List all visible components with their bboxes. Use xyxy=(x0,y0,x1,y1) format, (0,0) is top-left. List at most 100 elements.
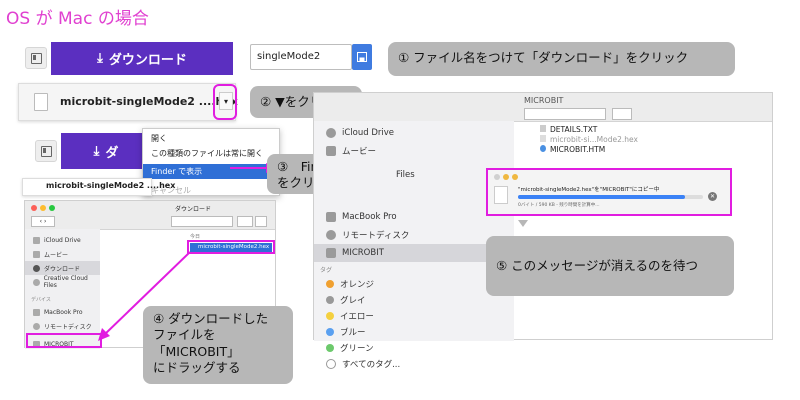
tag-yellow[interactable]: イエロー xyxy=(314,308,514,324)
copy-dialog: "microbit-singleMode2.hex"を"MICROBIT"にコピ… xyxy=(486,168,732,216)
close-icon[interactable] xyxy=(31,205,37,211)
callout-pointer xyxy=(518,220,528,227)
chip-file-name: microbit-singleMode2 ....hex xyxy=(46,181,176,190)
tag-label: オレンジ xyxy=(340,280,375,290)
sidebar-item-macbook[interactable]: MacBook Pro xyxy=(314,208,514,226)
zoom-icon[interactable] xyxy=(512,174,518,180)
sidebar-item-microbit[interactable]: MICROBIT⏏ xyxy=(314,244,514,262)
file-row[interactable]: DETAILS.TXT xyxy=(540,125,597,134)
filename-input[interactable]: singleMode2 xyxy=(250,44,352,70)
tag-dot-icon xyxy=(326,344,334,352)
sidebar-label: ムービー xyxy=(44,251,69,259)
html-file-icon xyxy=(540,145,546,152)
tag-dot-icon xyxy=(326,280,334,288)
tag-dot-icon xyxy=(326,328,334,336)
sidebar-item-macbook[interactable]: MacBook Pro xyxy=(25,305,100,319)
sidebar-label: iCloud Drive xyxy=(44,236,81,244)
tag-dot-icon xyxy=(326,312,334,320)
disc-icon xyxy=(326,230,336,240)
tag-gray[interactable]: グレイ xyxy=(314,292,514,308)
drive-icon xyxy=(326,248,336,258)
step1-callout: ① ファイル名をつけて「ダウンロード」をクリック xyxy=(388,42,735,76)
tag-label: グレイ xyxy=(340,296,366,306)
close-icon[interactable] xyxy=(494,174,500,180)
sidebar-item-remote-disc[interactable]: リモートディスク xyxy=(314,226,514,244)
finder-title: ダウンロード xyxy=(175,206,212,213)
step4-callout: ④ ダウンロードした ファイルを 「MICROBIT」 にドラッグする xyxy=(143,306,293,384)
finder-sidebar: iCloud Drive ムービー ダウンロード Creative Cloud … xyxy=(25,229,100,349)
finder-toolbar: ダウンロード ‹ › xyxy=(25,201,275,230)
minimize-icon[interactable] xyxy=(503,174,509,180)
tag-all[interactable]: すべてのタグ... xyxy=(314,356,514,372)
finder-sidebar: iCloud Drive ムービー Files MacBook Pro リモート… xyxy=(314,121,514,370)
view-buttons[interactable] xyxy=(171,216,233,227)
sidebar-item-creative-cloud[interactable]: Creative Cloud Files xyxy=(25,275,100,289)
action-button[interactable] xyxy=(612,108,632,120)
chevron-down-icon: ▾ xyxy=(223,97,228,106)
file-highlight xyxy=(187,240,275,254)
disc-icon xyxy=(33,322,40,330)
action-button[interactable] xyxy=(237,216,253,227)
devices-header: デバイス xyxy=(31,297,51,303)
download-button-2[interactable]: ⤓ ダ xyxy=(61,133,151,169)
laptop-icon xyxy=(33,308,40,316)
download-button[interactable]: ⤓ ダウンロード xyxy=(51,42,233,75)
save-button[interactable] xyxy=(352,44,372,70)
sidebar-label: MICROBIT xyxy=(342,248,384,258)
tag-label: イエロー xyxy=(340,312,374,322)
column-header: 今日 xyxy=(190,234,201,240)
sidebar-item-movies[interactable]: ムービー xyxy=(25,247,100,261)
dropdown-arrow-button[interactable]: ▾ xyxy=(219,92,233,110)
download-file-name: microbit-singleMode2 ....hex xyxy=(60,95,238,108)
tag-orange[interactable]: オレンジ xyxy=(314,276,514,292)
finder-window-microbit: MICROBIT iCloud Drive ムービー Files MacBook… xyxy=(313,92,773,370)
film-icon xyxy=(33,250,40,258)
sidebar-item-icloud[interactable]: iCloud Drive xyxy=(25,233,100,247)
copy-message: "microbit-singleMode2.hex"を"MICROBIT"にコピ… xyxy=(518,187,660,193)
sidebar-item-movies[interactable]: ムービー xyxy=(314,142,514,160)
download-label: ダ xyxy=(105,145,119,161)
tag-label: ブルー xyxy=(340,328,366,338)
tag-label: すべてのタグ... xyxy=(342,360,401,370)
stop-icon[interactable]: ✕ xyxy=(708,192,717,201)
file-row[interactable]: MICROBIT.HTM xyxy=(540,145,605,154)
menu-item-open[interactable]: 開く xyxy=(143,129,279,146)
sidebar-item-remote-disc[interactable]: リモートディスク xyxy=(25,319,100,333)
finder-title: MICROBIT xyxy=(524,96,564,105)
sidebar-item-downloads[interactable]: ダウンロード xyxy=(25,261,100,275)
panel-icon xyxy=(30,52,42,64)
tag-green[interactable]: グリーン xyxy=(314,340,514,356)
zoom-icon[interactable] xyxy=(49,205,55,211)
back-forward-buttons[interactable]: ‹ › xyxy=(31,216,55,227)
menu-item-always-open[interactable]: この種類のファイルは常に開く xyxy=(143,146,279,161)
panel-toggle-button[interactable] xyxy=(25,47,47,69)
download-label: ダウンロード xyxy=(108,53,187,68)
sidebar-label: MacBook Pro xyxy=(342,212,397,222)
file-name: MICROBIT.HTM xyxy=(550,145,606,154)
panel-icon xyxy=(40,145,52,157)
film-icon xyxy=(326,146,336,156)
share-button[interactable] xyxy=(255,216,267,227)
tag-dot-icon xyxy=(326,359,336,369)
page-title: OS が Mac の場合 xyxy=(6,9,149,29)
tag-label: グリーン xyxy=(340,344,374,354)
panel-toggle-button-2[interactable] xyxy=(35,140,57,162)
progress-text: 0バイト / 590 KB - 残り時間を計算中... xyxy=(518,203,600,208)
laptop-icon xyxy=(326,212,336,222)
tag-dot-icon xyxy=(326,296,334,304)
step5-callout: ⑤ このメッセージが消えるのを待つ xyxy=(486,236,734,296)
file-icon xyxy=(494,186,508,204)
minimize-icon[interactable] xyxy=(40,205,46,211)
tag-blue[interactable]: ブルー xyxy=(314,324,514,340)
sidebar-label: MacBook Pro xyxy=(44,308,83,316)
cloud-icon xyxy=(33,236,40,244)
view-buttons[interactable] xyxy=(524,108,606,120)
sidebar-item-icloud[interactable]: iCloud Drive xyxy=(314,124,514,142)
sidebar-label: ムービー xyxy=(342,147,377,157)
download-circle-icon xyxy=(33,264,40,272)
file-icon xyxy=(34,93,48,111)
floppy-icon xyxy=(357,52,367,62)
window-controls xyxy=(494,174,518,180)
file-row[interactable]: microbit-si...Mode2.hex xyxy=(540,135,638,144)
copy-progress-bar xyxy=(518,195,703,199)
